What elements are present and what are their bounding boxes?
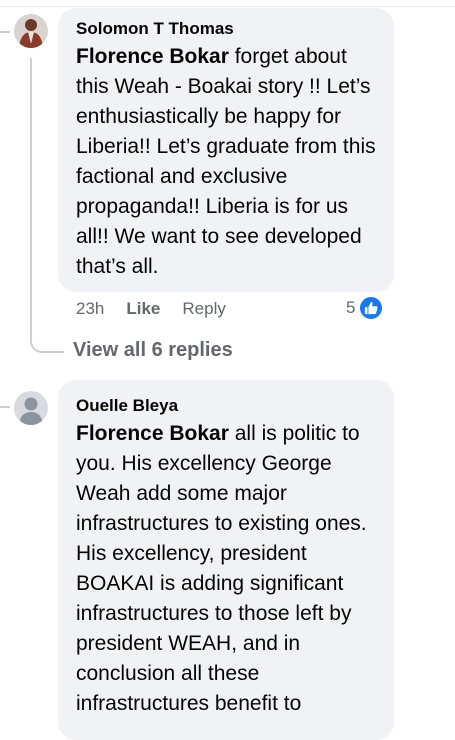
- comment-timestamp[interactable]: 23h: [76, 299, 104, 319]
- comment-author[interactable]: Solomon T Thomas: [76, 18, 380, 40]
- reply-button[interactable]: Reply: [182, 299, 225, 319]
- reaction-summary[interactable]: 5: [346, 295, 385, 321]
- top-divider: [0, 6, 455, 7]
- reaction-count: 5: [346, 298, 356, 317]
- comment-body: all is politic to you. His excellency Ge…: [76, 422, 367, 715]
- view-replies-link[interactable]: View all 6 replies: [73, 339, 233, 362]
- thumbs-up-icon: [358, 295, 385, 321]
- comment-author[interactable]: Ouelle Bleya: [76, 395, 380, 417]
- like-button[interactable]: Like: [126, 299, 160, 319]
- comment-text: Florence Bokar forget about this Weah - …: [76, 42, 380, 282]
- avatar-solomon[interactable]: [14, 14, 48, 48]
- mention-link[interactable]: Florence Bokar: [76, 422, 229, 445]
- comment-actions: 23h Like Reply: [76, 299, 226, 319]
- thread-line: [0, 31, 10, 33]
- thread-line: [0, 406, 10, 408]
- comment-bubble: Ouelle Bleya Florence Bokar all is polit…: [58, 380, 394, 740]
- comment-bubble: Solomon T Thomas Florence Bokar forget a…: [58, 8, 394, 292]
- mention-link[interactable]: Florence Bokar: [76, 45, 229, 68]
- comment-body: forget about this Weah - Boakai story !!…: [76, 45, 376, 278]
- avatar-ouelle[interactable]: [14, 391, 48, 425]
- comment-text: Florence Bokar all is politic to you. Hi…: [76, 419, 380, 719]
